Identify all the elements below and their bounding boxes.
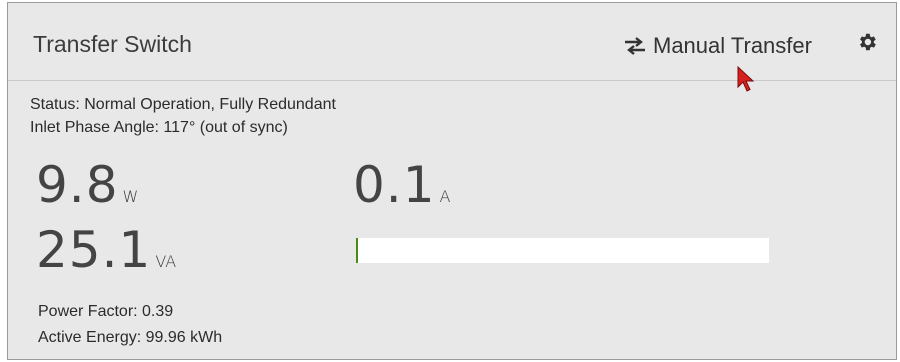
- current-level-bar: [356, 238, 769, 263]
- apparent-power-readout: 25.1 VA: [36, 221, 176, 279]
- active-power-value: 9.8: [36, 156, 119, 214]
- status-text: Status: Normal Operation, Fully Redundan…: [30, 96, 336, 113]
- current-readout: 0.1 A: [353, 156, 450, 214]
- gear-icon[interactable]: [856, 31, 878, 53]
- status-block: Status: Normal Operation, Fully Redundan…: [30, 93, 336, 139]
- swap-arrows-icon: [623, 37, 647, 55]
- active-power-unit: W: [122, 187, 139, 206]
- power-factor-text: Power Factor: 0.39: [38, 303, 174, 320]
- energy-block: Power Factor: 0.39 Active Energy: 99.96 …: [38, 299, 222, 351]
- current-level-fill: [356, 238, 358, 263]
- mouse-pointer-icon: [736, 65, 758, 98]
- active-energy-text: Active Energy: 99.96 kWh: [38, 329, 223, 346]
- active-power-readout: 9.8 W: [36, 156, 138, 214]
- manual-transfer-button[interactable]: Manual Transfer: [623, 31, 812, 61]
- current-value: 0.1: [353, 156, 436, 214]
- apparent-power-value: 25.1: [36, 221, 152, 279]
- panel-title: Transfer Switch: [33, 31, 192, 57]
- panel-header: Transfer Switch Manual Transfer: [8, 3, 896, 81]
- apparent-power-unit: VA: [155, 252, 177, 271]
- current-unit: A: [439, 187, 451, 206]
- phase-angle-text: Inlet Phase Angle: 117° (out of sync): [30, 119, 288, 136]
- manual-transfer-label: Manual Transfer: [653, 33, 812, 58]
- transfer-switch-panel: Transfer Switch Manual Transfer Status: …: [7, 2, 897, 360]
